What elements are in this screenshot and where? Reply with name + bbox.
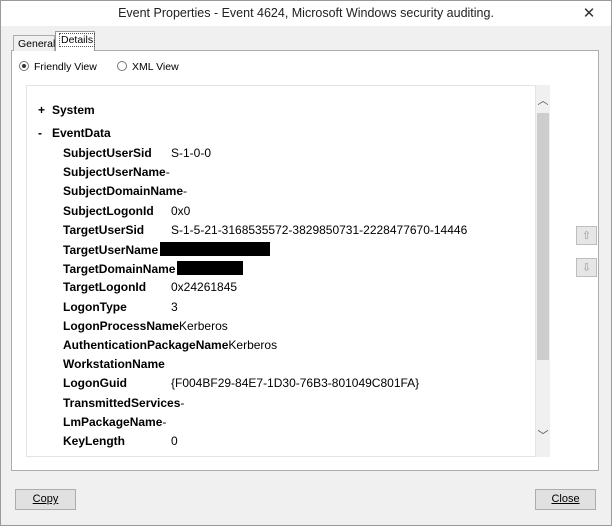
tree-node-eventdata[interactable]: - EventData bbox=[38, 126, 111, 140]
field-name: SubjectUserName bbox=[63, 165, 166, 180]
xml-view-label: XML View bbox=[132, 61, 179, 73]
event-data-row: TargetLogonId 0x24261845 bbox=[63, 280, 237, 299]
xml-view-radio[interactable]: XML View bbox=[117, 61, 179, 75]
event-data-row: AuthenticationPackageNameKerberos bbox=[63, 338, 277, 357]
window-title: Event Properties - Event 4624, Microsoft… bbox=[118, 6, 494, 20]
field-name: LogonType bbox=[63, 299, 127, 314]
tree-node-system-label: System bbox=[52, 103, 95, 117]
field-value: - bbox=[165, 165, 170, 180]
radio-checked-icon bbox=[19, 61, 29, 71]
field-name: TargetUserSid bbox=[63, 222, 145, 237]
field-value: 0 bbox=[171, 434, 178, 448]
field-value: - bbox=[183, 184, 188, 199]
field-name: SubjectLogonId bbox=[63, 203, 154, 218]
tab-details-label: Details bbox=[58, 33, 96, 47]
redaction-bar bbox=[177, 261, 244, 276]
collapse-icon[interactable]: - bbox=[38, 126, 52, 140]
field-value: S-1-0-0 bbox=[171, 146, 212, 160]
field-value: 3 bbox=[171, 299, 178, 314]
event-data-row: LogonType 3 bbox=[63, 299, 178, 319]
field-name: TargetDomainName bbox=[63, 262, 176, 277]
tab-general[interactable]: General bbox=[13, 35, 55, 51]
friendly-view-radio[interactable]: Friendly View bbox=[19, 61, 97, 75]
field-name: LogonProcessName bbox=[63, 318, 180, 333]
event-data-row: SubjectLogonId 0x0 bbox=[63, 203, 190, 223]
event-data-row: TargetUserSid S-1-5-21-3168535572-3829850… bbox=[63, 222, 467, 242]
close-button[interactable]: Close bbox=[535, 489, 596, 510]
next-event-button[interactable]: ⇩ bbox=[576, 258, 597, 277]
scroll-thumb[interactable] bbox=[537, 113, 549, 360]
previous-event-button[interactable]: ⇧ bbox=[576, 226, 597, 245]
tab-details[interactable]: Details bbox=[55, 31, 96, 51]
expand-icon[interactable]: + bbox=[38, 103, 52, 117]
event-data-row: LogonGuid {F004BF29-84E7-1D30-76B3-801049… bbox=[63, 376, 419, 395]
copy-button-label: Copy bbox=[32, 493, 59, 505]
field-value: - bbox=[162, 414, 167, 429]
field-name: WorkstationName bbox=[63, 357, 165, 372]
field-name: LmPackageName bbox=[63, 414, 163, 429]
event-data-row: SubjectDomainName- bbox=[63, 184, 187, 203]
event-data-row: SubjectUserName- bbox=[63, 165, 170, 184]
event-data-row: TargetDomainName bbox=[63, 261, 244, 280]
redaction-bar bbox=[160, 242, 271, 256]
field-name: AuthenticationPackageName bbox=[63, 338, 229, 352]
tree-node-system[interactable]: + System bbox=[38, 103, 95, 117]
scroll-up-icon[interactable]: ︿ bbox=[536, 93, 550, 109]
event-data-row: LogonProcessNameKerberos bbox=[63, 319, 228, 338]
event-data-row: TransmittedServices- bbox=[63, 396, 184, 415]
field-name: SubjectDomainName bbox=[63, 184, 184, 199]
tab-general-label: General bbox=[18, 38, 56, 50]
field-value: S-1-5-21-3168535572-3829850731-222847767… bbox=[171, 222, 468, 237]
field-name: KeyLength bbox=[63, 434, 126, 448]
close-icon[interactable]: ✕ bbox=[579, 3, 599, 23]
title-bar[interactable]: Event Properties - Event 4624, Microsoft… bbox=[1, 1, 611, 26]
copy-button[interactable]: Copy bbox=[15, 489, 76, 510]
arrow-down-icon: ⇩ bbox=[581, 261, 592, 274]
vertical-scrollbar[interactable]: ︿ ﹀ bbox=[536, 85, 550, 457]
field-name: TransmittedServices bbox=[63, 395, 181, 410]
event-data-row: LmPackageName- bbox=[63, 415, 166, 434]
event-data-row: SubjectUserSid S-1-0-0 bbox=[63, 146, 211, 165]
field-value: {F004BF29-84E7-1D30-76B3-801049C801FA} bbox=[171, 376, 420, 391]
event-data-row: WorkstationName bbox=[63, 357, 165, 376]
event-data-row: KeyLength 0 bbox=[63, 434, 178, 453]
arrow-up-icon: ⇧ bbox=[581, 229, 592, 242]
field-value: 0x24261845 bbox=[171, 280, 238, 295]
tree-node-eventdata-label: EventData bbox=[52, 126, 111, 140]
scroll-down-icon[interactable]: ﹀ bbox=[536, 428, 550, 444]
event-data-row: TargetUserName bbox=[63, 242, 271, 261]
field-name: TargetUserName bbox=[63, 243, 159, 257]
field-name: TargetLogonId bbox=[63, 280, 147, 295]
event-data-viewer[interactable]: + System - EventData SubjectUserSid S-1-0-0… bbox=[26, 85, 536, 457]
field-value: 0x0 bbox=[171, 203, 191, 218]
field-name: SubjectUserSid bbox=[63, 146, 152, 160]
field-value: Kerberos bbox=[228, 338, 278, 352]
radio-unchecked-icon bbox=[117, 61, 127, 71]
close-button-label: Close bbox=[551, 493, 580, 505]
field-name: LogonGuid bbox=[63, 376, 127, 391]
field-value: Kerberos bbox=[179, 318, 228, 333]
field-value: - bbox=[180, 395, 185, 410]
friendly-view-label: Friendly View bbox=[34, 61, 97, 73]
